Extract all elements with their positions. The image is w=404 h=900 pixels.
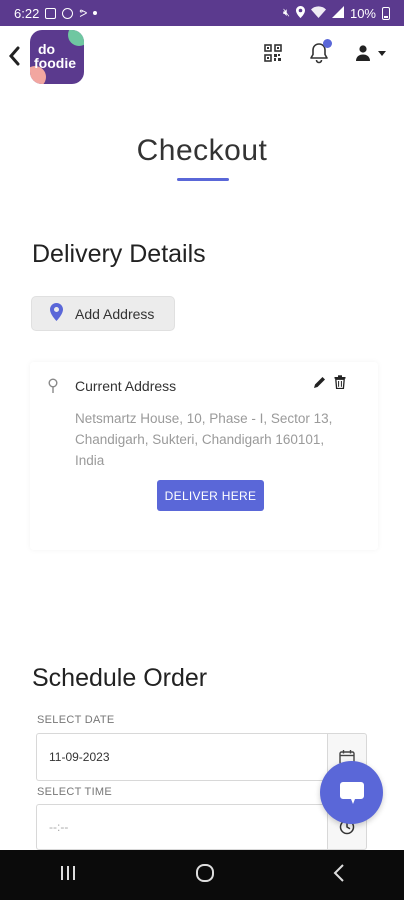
gallery-notification-icon	[45, 7, 57, 19]
voicemail-notification-icon: ᕗ	[79, 7, 88, 20]
deliver-here-button[interactable]: DELIVER HERE	[157, 480, 264, 511]
battery-icon	[382, 6, 390, 20]
user-menu[interactable]	[356, 45, 386, 61]
map-pin-icon	[50, 303, 63, 324]
user-icon	[356, 45, 370, 61]
pencil-icon[interactable]	[313, 376, 326, 394]
back-icon[interactable]	[333, 863, 345, 887]
address-card: Current Address Netsmartz House, 10, Pha…	[30, 362, 378, 550]
chevron-left-icon[interactable]	[8, 46, 24, 66]
schedule-order-heading: Schedule Order	[32, 664, 208, 692]
status-bar: 6:22 ᕗ 🔇︎ 10%	[0, 0, 404, 26]
logo-text-line2: foodie	[34, 55, 76, 71]
wifi-icon	[310, 5, 326, 21]
home-icon[interactable]	[195, 863, 215, 888]
app-header: do foodie	[0, 26, 404, 90]
add-address-button[interactable]: Add Address	[31, 296, 175, 331]
status-time: 6:22	[14, 5, 40, 21]
logo-text-line1: do	[38, 41, 56, 57]
time-input[interactable]: --:--	[36, 804, 328, 850]
bell-icon[interactable]	[308, 39, 332, 64]
title-underline	[177, 178, 229, 181]
app-logo[interactable]: do foodie	[30, 30, 84, 84]
location-icon	[295, 5, 305, 21]
select-date-label: SELECT DATE	[37, 714, 115, 726]
more-notifications-icon	[93, 11, 98, 15]
chat-bubble-icon	[339, 781, 364, 804]
address-text: Netsmartz House, 10, Phase - I, Sector 1…	[75, 411, 333, 468]
mute-icon: 🔇︎	[283, 6, 290, 19]
app-notification-icon	[62, 7, 74, 19]
page-title: Checkout	[136, 134, 268, 167]
select-time-label: SELECT TIME	[37, 786, 113, 798]
status-right: 🔇︎ 10%	[283, 5, 390, 21]
chat-button[interactable]	[320, 761, 383, 824]
header-actions	[264, 39, 386, 64]
signal-icon	[331, 5, 344, 21]
status-left: 6:22 ᕗ	[14, 5, 98, 21]
chevron-down-icon	[378, 50, 386, 56]
battery-percent: 10%	[349, 5, 376, 21]
qr-code-icon[interactable]	[264, 44, 282, 62]
trash-icon[interactable]	[334, 375, 346, 394]
address-card-label: Current Address	[75, 378, 177, 394]
recent-apps-icon[interactable]	[59, 865, 77, 886]
notification-badge	[323, 39, 332, 48]
date-input[interactable]: 11-09-2023	[36, 733, 328, 781]
system-nav-bar	[0, 850, 404, 900]
logo-text: do foodie	[34, 42, 82, 70]
delivery-details-heading: Delivery Details	[32, 240, 206, 268]
map-pin-icon	[48, 378, 58, 399]
add-address-label: Add Address	[75, 305, 155, 322]
